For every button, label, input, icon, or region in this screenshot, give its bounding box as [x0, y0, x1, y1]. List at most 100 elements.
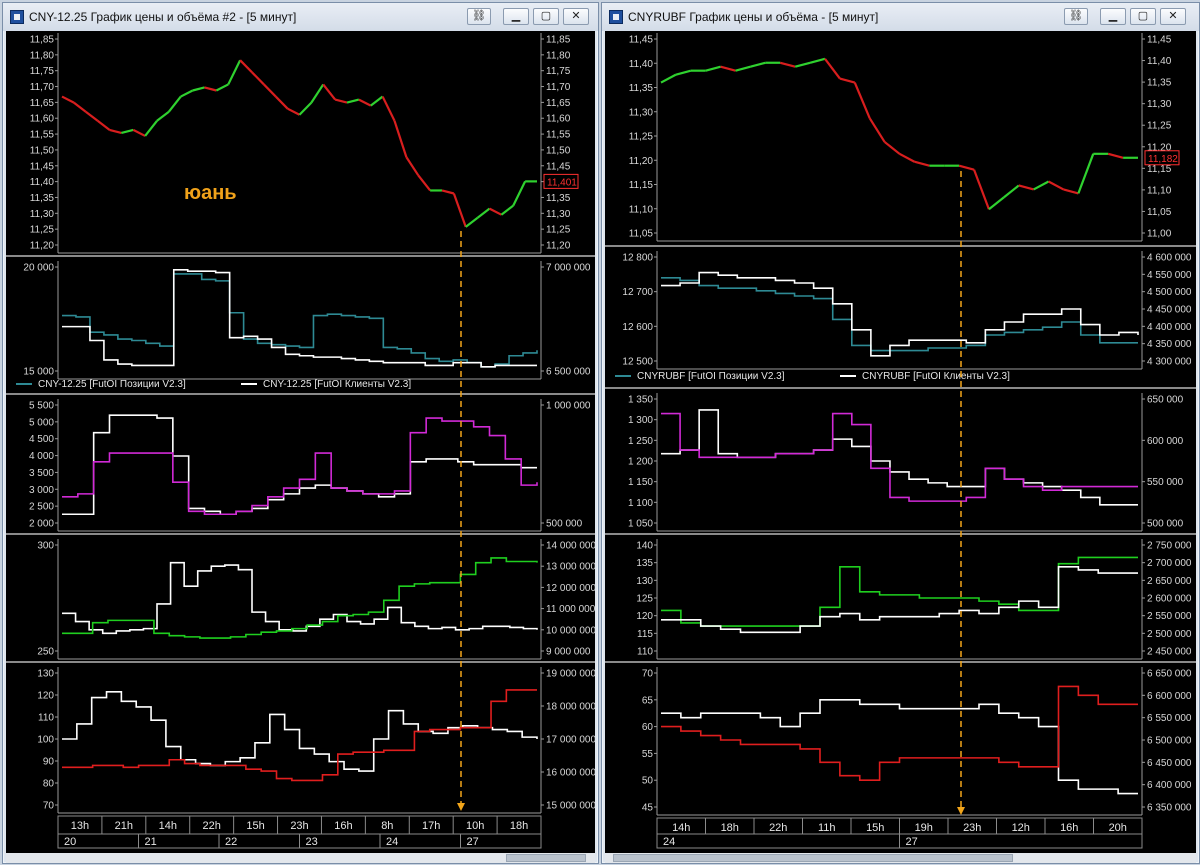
- y-tick-label-right: 18 000 000: [546, 702, 595, 713]
- y-tick-label-right: 13 000 000: [546, 562, 595, 573]
- y-tick-label-left: 11,15: [629, 180, 654, 191]
- legend-item: CNYRUBF [FutOI Позиции V2.3]: [637, 371, 785, 382]
- right-horizontal-scrollbar[interactable]: [605, 853, 1196, 863]
- y-tick-label-left: 11,05: [629, 229, 654, 240]
- y-tick-label-right: 11,50: [546, 145, 571, 156]
- time-tick-label: 8h: [381, 820, 393, 832]
- y-tick-label-right: 11,00: [1147, 229, 1172, 240]
- date-tick-label: 24: [663, 836, 675, 848]
- y-tick-label-left: 1 200: [628, 457, 653, 468]
- time-tick-label: 19h: [915, 822, 933, 834]
- left-chart-area[interactable]: 11,85 11,80 11,75 11,70 11,65 11,60 11,55 11,50…: [6, 31, 595, 853]
- y-tick-label-right: 4 400 000: [1147, 322, 1192, 333]
- y-tick-label-right: 500 000: [546, 519, 583, 530]
- y-tick-label-right: 2 700 000: [1147, 558, 1192, 569]
- y-tick-label-right: 4 450 000: [1147, 305, 1192, 316]
- y-tick-label-left: 12 500: [622, 357, 653, 368]
- y-tick-label-left: 140: [636, 541, 653, 552]
- time-tick-label: 13h: [71, 820, 89, 832]
- last-price-label: 11,182: [1148, 154, 1178, 165]
- y-tick-label-right: 11,30: [1147, 99, 1172, 110]
- time-tick-label: 21h: [115, 820, 133, 832]
- series-line-white: [62, 691, 538, 772]
- price-segment: [883, 141, 901, 155]
- y-tick-label-right: 11,25: [1147, 121, 1172, 132]
- right-chart-window: CNYRUBF График цены и объёма - [5 минут]…: [601, 2, 1200, 864]
- y-tick-label-right: 11,30: [546, 209, 571, 220]
- minimize-button[interactable]: ▁: [1100, 8, 1126, 25]
- y-tick-label-left: 12 700: [622, 287, 653, 298]
- price-segment: [809, 57, 826, 64]
- y-tick-label-right: 17 000 000: [546, 735, 595, 746]
- link-icon[interactable]: ⛓: [1064, 8, 1088, 25]
- y-tick-label-right: 4 300 000: [1147, 357, 1192, 368]
- y-tick-label-left: 11,20: [629, 156, 654, 167]
- price-segment: [132, 128, 146, 137]
- right-window-titlebar[interactable]: CNYRUBF График цены и объёма - [5 минут]…: [602, 3, 1199, 31]
- time-tick-label: 17h: [422, 820, 440, 832]
- y-tick-label-right: 1 000 000: [546, 401, 591, 412]
- price-segment: [1048, 180, 1064, 191]
- right-chart-area[interactable]: 11,45 11,40 11,35 11,30 11,25 11,20 11,15 11,10…: [605, 31, 1196, 853]
- y-tick-label-right: 650 000: [1147, 395, 1184, 406]
- price-segment: [868, 117, 886, 143]
- price-segment: [489, 207, 502, 216]
- date-tick-label: 24: [386, 836, 398, 848]
- maximize-button[interactable]: ▢: [533, 8, 559, 25]
- y-tick-label-left: 11,25: [30, 225, 55, 236]
- price-segment: [334, 98, 348, 104]
- y-tick-label-left: 60: [642, 722, 654, 733]
- y-tick-label-left: 90: [43, 757, 55, 768]
- maximize-button[interactable]: ▢: [1130, 8, 1156, 25]
- series-line-red: [661, 685, 1138, 781]
- y-tick-label-right: 4 500 000: [1147, 287, 1192, 298]
- y-tick-label-left: 11,30: [629, 107, 654, 118]
- close-button[interactable]: ✕: [563, 8, 589, 25]
- legend-item: CNY-12.25 [FutOI Позиции V2.3]: [38, 379, 186, 390]
- y-tick-label-left: 11,70: [30, 82, 55, 93]
- price-segment: [393, 120, 408, 158]
- date-tick-label: 20: [64, 836, 76, 848]
- time-tick-label: 22h: [769, 822, 787, 834]
- right-chart-svg: 11,45 11,40 11,35 11,30 11,25 11,20 11,15 11,10…: [605, 33, 1196, 849]
- left-window-titlebar[interactable]: CNY-12.25 График цены и объёма #2 - [5 м…: [3, 3, 598, 31]
- right-scroll-thumb[interactable]: [613, 854, 1013, 862]
- y-tick-label-left: 120: [636, 611, 653, 622]
- time-tick-label: 18h: [510, 820, 528, 832]
- date-tick-label: 21: [145, 836, 157, 848]
- price-segment: [144, 120, 158, 137]
- time-tick-label: 22h: [203, 820, 221, 832]
- price-segment: [898, 152, 915, 163]
- left-window-title: CNY-12.25 График цены и объёма #2 - [5 м…: [29, 10, 297, 24]
- y-tick-label-right: 11,65: [546, 98, 571, 109]
- close-button[interactable]: ✕: [1160, 8, 1186, 25]
- y-tick-label-right: 2 600 000: [1147, 594, 1192, 605]
- y-tick-label-left: 11,55: [30, 130, 55, 141]
- y-tick-label-right: 15 000 000: [546, 801, 595, 812]
- y-tick-label-right: 7 000 000: [546, 263, 591, 274]
- legend-item: CNY-12.25 [FutOI Клиенты V2.3]: [263, 379, 411, 390]
- price-segment: [452, 193, 467, 228]
- y-tick-label-right: 6 400 000: [1147, 780, 1192, 791]
- y-tick-label-right: 4 550 000: [1147, 270, 1192, 281]
- left-scroll-thumb[interactable]: [506, 854, 586, 862]
- minimize-button[interactable]: ▁: [503, 8, 529, 25]
- time-tick-label: 14h: [672, 822, 690, 834]
- y-tick-label-left: 250: [37, 647, 54, 658]
- y-tick-label-right: 2 650 000: [1147, 576, 1192, 587]
- price-segment: [1033, 180, 1050, 191]
- y-tick-label-left: 11,45: [629, 35, 654, 46]
- price-segment: [720, 65, 736, 72]
- y-tick-label-left: 2 500: [29, 502, 54, 513]
- time-tick-label: 23h: [963, 822, 981, 834]
- price-segment: [465, 216, 479, 228]
- y-tick-label-right: 11,10: [1147, 185, 1172, 196]
- y-tick-label-left: 1 050: [628, 519, 653, 530]
- y-tick-label-right: 11,35: [1147, 78, 1172, 89]
- y-tick-label-left: 1 300: [628, 415, 653, 426]
- y-tick-label-left: 11,30: [30, 209, 55, 220]
- y-tick-label-right: 11,80: [546, 50, 571, 61]
- link-icon[interactable]: ⛓: [467, 8, 491, 25]
- y-tick-label-left: 11,40: [629, 59, 654, 70]
- left-horizontal-scrollbar[interactable]: [6, 853, 595, 863]
